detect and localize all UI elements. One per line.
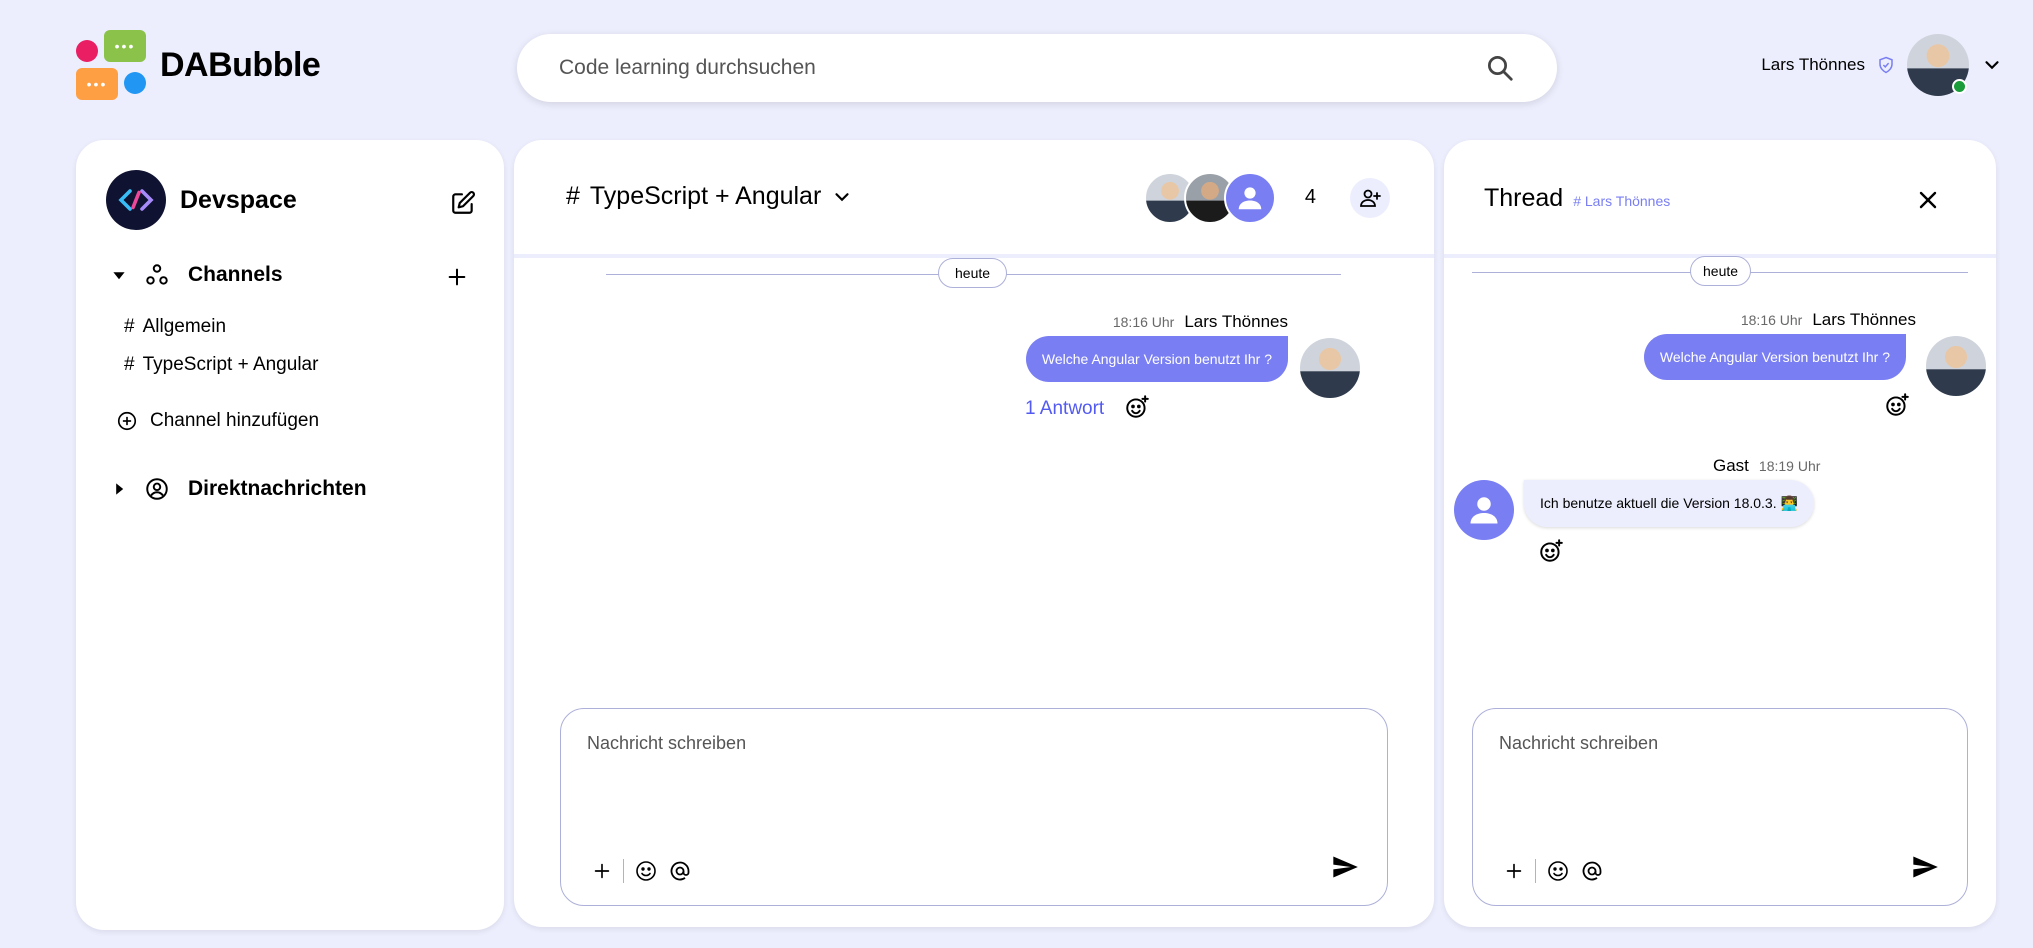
thread-replies-link[interactable]: 1 Antwort <box>1025 398 1104 420</box>
thread-title-row: Thread # Lars Thönnes <box>1484 184 1670 213</box>
channel-title-dropdown[interactable]: # TypeScript + Angular <box>566 182 853 211</box>
caret-down-icon <box>113 272 125 280</box>
add-channel-label: Channel hinzufügen <box>150 410 320 431</box>
user-menu[interactable]: Lars Thönnes <box>1761 34 2003 96</box>
message-author-avatar[interactable] <box>1926 336 1986 396</box>
member-avatar <box>1224 172 1276 224</box>
message-author[interactable]: Lars Thönnes <box>1184 312 1288 332</box>
composer-tools <box>591 859 692 883</box>
close-icon[interactable] <box>1916 188 1940 212</box>
person-icon <box>1470 497 1498 524</box>
search-bar[interactable] <box>517 34 1557 102</box>
message-bubble[interactable]: Welche Angular Version benutzt Ihr ? <box>1025 336 1288 382</box>
send-icon[interactable] <box>1911 853 1939 881</box>
logo-mark-icon: ••• ••• <box>76 30 146 100</box>
workspace-logo-icon <box>106 170 166 230</box>
add-channel-plus-icon[interactable] <box>446 266 468 288</box>
message-author-avatar[interactable] <box>1454 480 1514 540</box>
person-add-icon <box>1360 189 1381 207</box>
channel-name: Allgemein <box>142 316 227 337</box>
channel-hash: # <box>124 316 135 337</box>
message-time: 18:16 Uhr <box>1740 312 1803 328</box>
user-avatar[interactable] <box>1907 34 1969 96</box>
message-bubble[interactable]: Welche Angular Version benutzt Ihr ? <box>1643 334 1906 380</box>
verified-shield-icon <box>1879 56 1893 74</box>
search-input[interactable] <box>559 56 1485 80</box>
message-time: 18:19 Uhr <box>1758 458 1821 474</box>
message-time: 18:16 Uhr <box>1112 314 1175 330</box>
mention-at-icon[interactable] <box>1580 859 1604 883</box>
message-author[interactable]: Lars Thönnes <box>1812 310 1916 330</box>
emoji-icon[interactable] <box>634 859 658 883</box>
day-separator: heute <box>938 258 1008 288</box>
attach-plus-icon[interactable] <box>1503 860 1525 882</box>
message-author[interactable]: Gast <box>1713 456 1749 476</box>
workspace-header: Devspace <box>106 170 297 230</box>
thread-message-input[interactable] <box>1499 733 1895 793</box>
channels-label: Channels <box>188 263 283 286</box>
thread-panel: Thread # Lars Thönnes heute 18:16 Uhr La… <box>1444 140 1996 927</box>
thread-header: Thread # Lars Thönnes <box>1444 140 1996 258</box>
channel-hash: # <box>124 354 135 375</box>
channel-hash: # <box>566 182 580 210</box>
toolbar-separator <box>1535 859 1536 883</box>
app-logo[interactable]: ••• ••• DABubble <box>76 30 321 100</box>
chevron-down-icon[interactable] <box>1981 54 2003 76</box>
workspaces-icon <box>146 264 168 285</box>
toolbar-separator <box>623 859 624 883</box>
add-reaction-icon[interactable] <box>1884 392 1910 418</box>
message-input[interactable] <box>587 733 1248 793</box>
logo-text: DABubble <box>160 45 321 84</box>
add-circle-icon <box>117 411 137 431</box>
add-member-button[interactable] <box>1350 178 1390 218</box>
chevron-down-icon <box>835 192 849 201</box>
emoji-icon[interactable] <box>1546 859 1570 883</box>
channel-header: # TypeScript + Angular 4 <box>514 140 1434 258</box>
message-author-avatar[interactable] <box>1300 338 1360 398</box>
thread-title: Thread <box>1484 184 1564 212</box>
thread-channel-ref[interactable]: # Lars Thönnes <box>1573 193 1670 209</box>
send-icon[interactable] <box>1331 853 1359 881</box>
search-icon[interactable] <box>1485 53 1515 83</box>
channel-panel: # TypeScript + Angular 4 heute 18:16 Uhr… <box>514 140 1434 927</box>
channel-title: TypeScript + Angular <box>589 182 822 210</box>
add-reaction-icon[interactable] <box>1124 394 1150 420</box>
add-reaction-icon[interactable] <box>1538 538 1564 564</box>
message-composer <box>560 708 1388 906</box>
workspace-name: Devspace <box>180 185 297 214</box>
direct-messages-label: Direktnachrichten <box>188 477 367 500</box>
channel-name: TypeScript + Angular <box>142 354 319 375</box>
add-channel-button[interactable]: Channel hinzufügen <box>116 410 319 432</box>
message-bubble[interactable]: Ich benutze aktuell die Version 18.0.3. … <box>1524 480 1814 527</box>
day-separator: heute <box>1690 256 1752 286</box>
direct-messages-section-toggle[interactable]: Direktnachrichten <box>112 476 367 502</box>
composer-tools <box>1503 859 1604 883</box>
channel-members-avatars[interactable] <box>1144 172 1276 224</box>
mention-at-icon[interactable] <box>668 859 692 883</box>
thread-composer <box>1472 708 1968 906</box>
message-meta: 18:16 Uhr Lars Thönnes <box>1741 310 1916 330</box>
channels-section-toggle[interactable]: Channels <box>112 262 283 288</box>
account-circle-icon <box>146 478 168 500</box>
sidebar-item-allgemein[interactable]: # Allgemein <box>124 316 226 338</box>
online-status-icon <box>1952 79 1967 94</box>
caret-right-icon <box>116 483 124 495</box>
user-name: Lars Thönnes <box>1761 55 1865 74</box>
person-icon <box>1238 187 1262 210</box>
workspace-sidebar: Devspace Channels # Allgemein # TypeScri… <box>76 140 504 930</box>
message-meta: Gast 18:19 Uhr <box>1713 456 1820 476</box>
sidebar-item-typescript-angular[interactable]: # TypeScript + Angular <box>124 354 318 376</box>
attach-plus-icon[interactable] <box>591 860 613 882</box>
new-message-edit-icon[interactable] <box>450 190 476 216</box>
member-count: 4 <box>1304 186 1316 208</box>
message-meta: 18:16 Uhr Lars Thönnes <box>1113 312 1288 332</box>
